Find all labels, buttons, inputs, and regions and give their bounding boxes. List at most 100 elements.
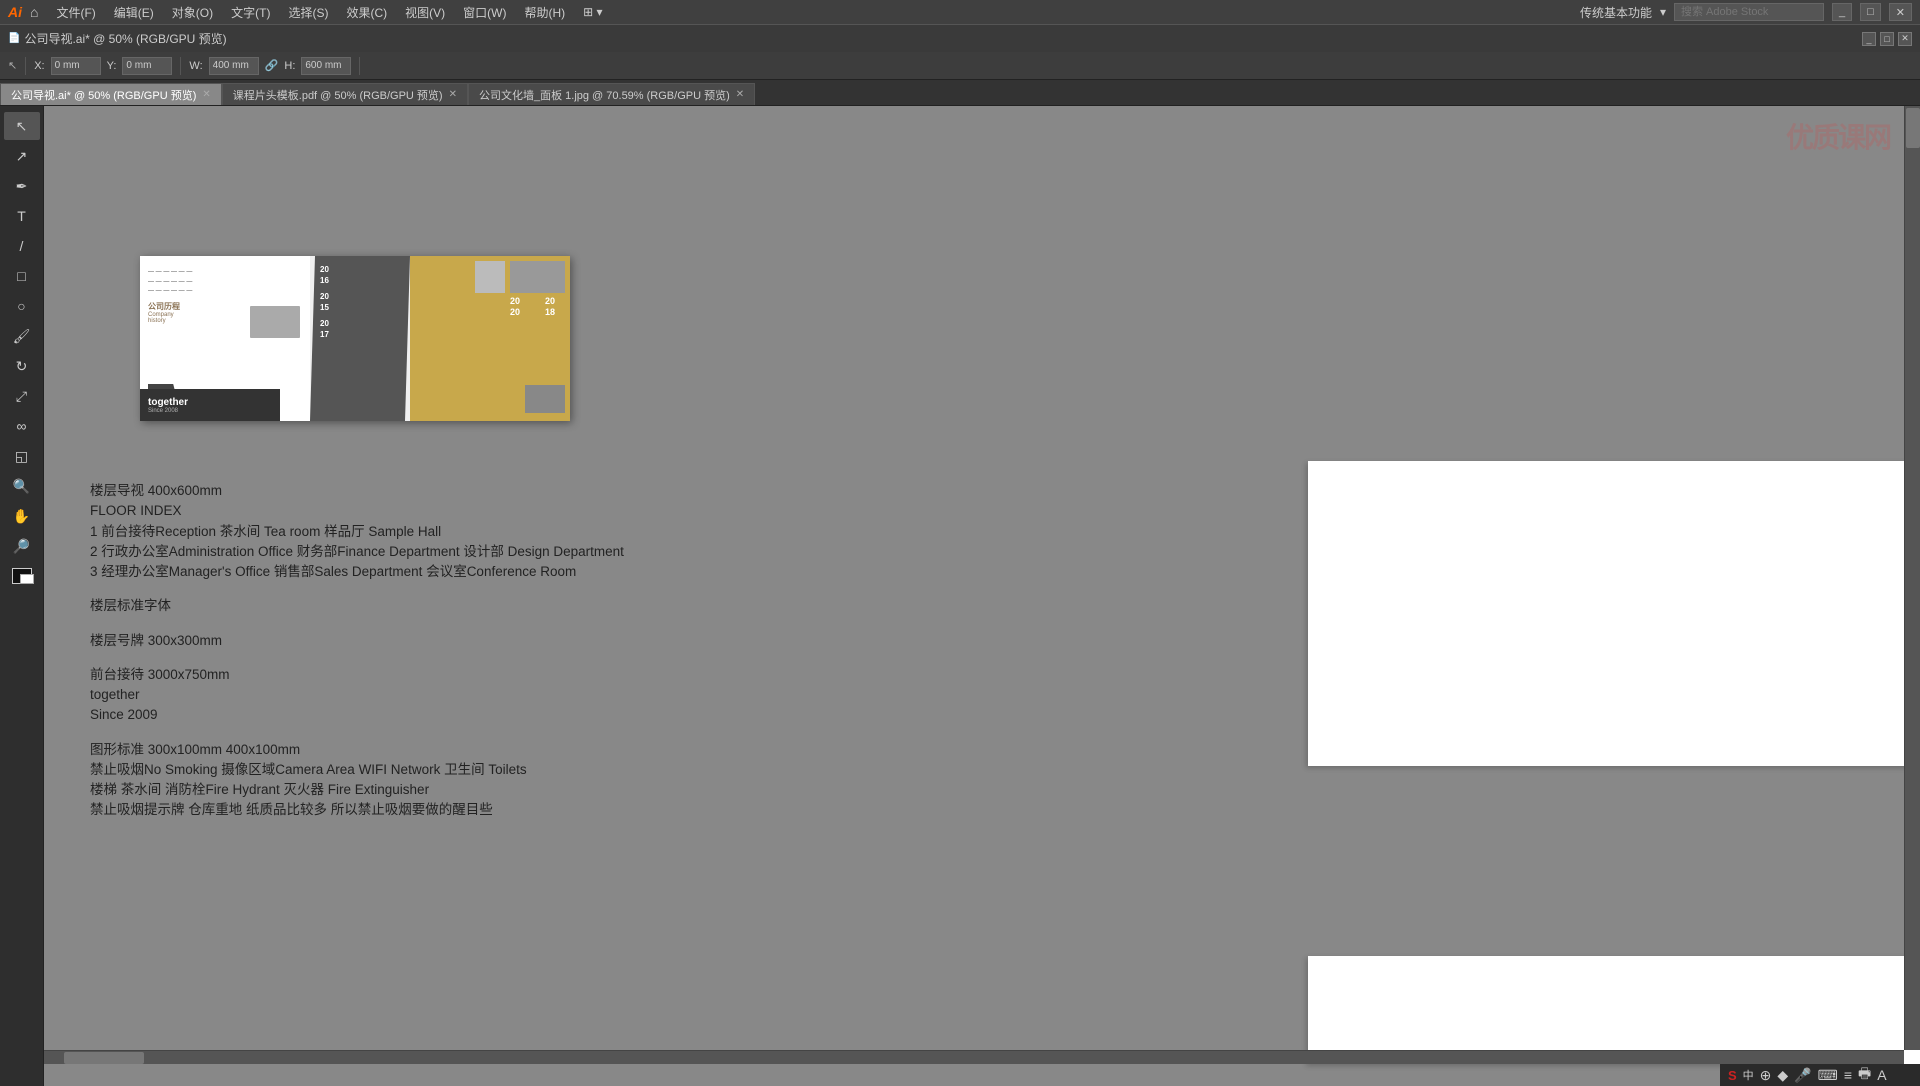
menu-help[interactable]: 帮助(H) [516, 2, 573, 23]
block4-line2: Since 2009 [90, 705, 624, 725]
brush-tool[interactable]: 🖌 [4, 322, 40, 350]
menu-file[interactable]: 文件(F) [48, 2, 103, 23]
title-bar: 📄 公司导视.ai* @ 50% (RGB/GPU 预览) _ □ ✕ [0, 24, 1920, 52]
ellipse-tool[interactable]: ○ [4, 292, 40, 320]
taskbar-print-icon[interactable]: 🖶 [1858, 1063, 1871, 1086]
tab-doc1[interactable]: 公司导视.ai* @ 50% (RGB/GPU 预览) ✕ [0, 83, 222, 105]
menu-bar: Ai ⌂ 文件(F) 编辑(E) 对象(O) 文字(T) 选择(S) 效果(C)… [0, 0, 1920, 24]
right-content-panel [1308, 461, 1920, 766]
app-logo: Ai [8, 4, 22, 20]
h-input[interactable] [301, 57, 351, 75]
minimize-button[interactable]: _ [1832, 3, 1852, 21]
w-input[interactable] [209, 57, 259, 75]
doc-minimize-button[interactable]: _ [1862, 32, 1876, 46]
block1-line2: 2 行政办公室Administration Office 财务部Finance … [90, 542, 624, 562]
bottom-photo [525, 385, 565, 413]
h-scrollbar-thumb[interactable] [64, 1052, 144, 1064]
fill-color[interactable] [12, 568, 32, 584]
taskbar-menu-icon[interactable]: ≡ [1844, 1067, 1852, 1083]
tab-doc2[interactable]: 课程片头模板.pdf @ 50% (RGB/GPU 预览) ✕ [222, 83, 468, 105]
block4-title: 前台接待 3000x750mm [90, 665, 624, 685]
tab-doc3-close[interactable]: ✕ [736, 89, 744, 100]
brand-watermark: 优质课网 [1786, 114, 1890, 157]
adobe-stock-search[interactable] [1674, 3, 1824, 21]
selection-label: ↖ [8, 59, 17, 72]
block2-title: 楼层标准字体 [90, 596, 624, 616]
design-preview: — — — — — — — — — — — — — — — — — — 公司历程… [140, 256, 570, 421]
year-2015: 2015 [320, 291, 329, 313]
year-2016: 2016 [320, 264, 329, 286]
tab-doc2-label: 课程片头模板.pdf @ 50% (RGB/GPU 预览) [233, 87, 443, 103]
design-left-lines: — — — — — — — — — — — — — — — — — — [148, 268, 302, 297]
window-controls: _ □ ✕ [1862, 32, 1912, 46]
menu-object[interactable]: 对象(O) [164, 2, 221, 23]
maximize-button[interactable]: □ [1860, 3, 1881, 21]
block1-subtitle: FLOOR INDEX [90, 501, 624, 521]
doc-close-button[interactable]: ✕ [1898, 32, 1912, 46]
block3-title: 楼层号牌 300x300mm [90, 631, 624, 651]
rect-tool[interactable]: □ [4, 262, 40, 290]
block5-line1: 禁止吸烟No Smoking 摄像区域Camera Area WIFI Netw… [90, 760, 624, 780]
type-tool[interactable]: T [4, 202, 40, 230]
menu-effect[interactable]: 效果(C) [338, 2, 395, 23]
canvas-area: ↖ ↗ ✒ T / □ ○ 🖌 ↻ ⤢ ∞ ◱ 🔍 ✋ 🔎 — — — — — … [0, 106, 1920, 1086]
menu-view[interactable]: 视图(V) [397, 2, 453, 23]
menu-edit[interactable]: 编辑(E) [106, 2, 162, 23]
block5-title: 图形标准 300x100mm 400x100mm [90, 740, 624, 760]
design-middle-section: 2016 2015 2017 [310, 256, 410, 421]
taskbar-zh-label: 中 [1743, 1067, 1754, 1083]
tab-bar: 公司导视.ai* @ 50% (RGB/GPU 预览) ✕ 课程片头模板.pdf… [0, 80, 1920, 106]
menu-text[interactable]: 文字(T) [223, 2, 278, 23]
vertical-scrollbar[interactable] [1904, 106, 1920, 1050]
close-button[interactable]: ✕ [1889, 3, 1912, 21]
gradient-tool[interactable]: ◱ [4, 442, 40, 470]
taskbar-plus-icon[interactable]: ⊕ [1760, 1067, 1772, 1084]
home-icon[interactable]: ⌂ [30, 4, 38, 20]
block1-title: 楼层导视 400x600mm [90, 481, 624, 501]
y-input[interactable] [122, 57, 172, 75]
x-input[interactable] [51, 57, 101, 75]
together-section: together Since 2008 [140, 389, 280, 421]
hand-tool[interactable]: ✋ [4, 502, 40, 530]
scale-tool[interactable]: ⤢ [4, 382, 40, 410]
top-photo-right [510, 261, 565, 293]
block1-line3: 3 经理办公室Manager's Office 销售部Sales Departm… [90, 562, 624, 582]
taskbar-mic-icon[interactable]: 🎤 [1794, 1067, 1811, 1084]
taskbar-diamond-icon[interactable]: ◆ [1777, 1067, 1788, 1084]
line-tool[interactable]: / [4, 232, 40, 260]
block5-line3: 禁止吸烟提示牌 仓库重地 纸质品比较多 所以禁止吸烟要做的醒目些 [90, 800, 624, 820]
menu-select[interactable]: 选择(S) [280, 2, 336, 23]
tab-doc1-label: 公司导视.ai* @ 50% (RGB/GPU 预览) [11, 87, 196, 103]
taskbar-keyboard-icon[interactable]: ⌨ [1818, 1067, 1838, 1084]
rotate-tool[interactable]: ↻ [4, 352, 40, 380]
text-content-area: 楼层导视 400x600mm FLOOR INDEX 1 前台接待Recepti… [90, 481, 624, 821]
together-text: together [148, 397, 280, 408]
zoom-tool[interactable]: 🔎 [4, 532, 40, 560]
ai-file-icon: 📄 [8, 33, 20, 44]
year-2020: 2020 [510, 296, 520, 318]
tab-doc1-close[interactable]: ✕ [202, 89, 210, 100]
selection-tool[interactable]: ↖ [4, 112, 40, 140]
horizontal-scrollbar[interactable] [44, 1050, 1904, 1064]
small-photo [250, 306, 300, 338]
taskbar-s-icon[interactable]: S [1728, 1068, 1737, 1083]
w-label: W: [189, 60, 202, 72]
v-scrollbar-thumb[interactable] [1906, 108, 1920, 148]
lock-icon[interactable]: 🔗 [265, 59, 279, 72]
tab-doc2-close[interactable]: ✕ [449, 89, 457, 100]
tab-doc3[interactable]: 公司文化墙_面板 1.jpg @ 70.59% (RGB/GPU 预览) ✕ [468, 83, 755, 105]
eyedropper-tool[interactable]: 🔍 [4, 472, 40, 500]
top-photo-left [475, 261, 505, 293]
menu-right: 传统基本功能 ▾ _ □ ✕ [1580, 3, 1912, 21]
taskbar-font-icon[interactable]: A [1877, 1067, 1886, 1083]
workspace-label[interactable]: 传统基本功能 [1580, 4, 1652, 21]
doc-maximize-button[interactable]: □ [1880, 32, 1894, 46]
menu-grid[interactable]: ⊞ ▾ [575, 3, 610, 21]
direct-selection-tool[interactable]: ↗ [4, 142, 40, 170]
tab-doc3-label: 公司文化墙_面板 1.jpg @ 70.59% (RGB/GPU 预览) [479, 87, 730, 103]
pen-tool[interactable]: ✒ [4, 172, 40, 200]
blend-tool[interactable]: ∞ [4, 412, 40, 440]
workspace-dropdown-icon[interactable]: ▾ [1660, 5, 1666, 19]
menu-window[interactable]: 窗口(W) [455, 2, 514, 23]
design-right-section: 2020 2018 2019 [410, 256, 570, 421]
